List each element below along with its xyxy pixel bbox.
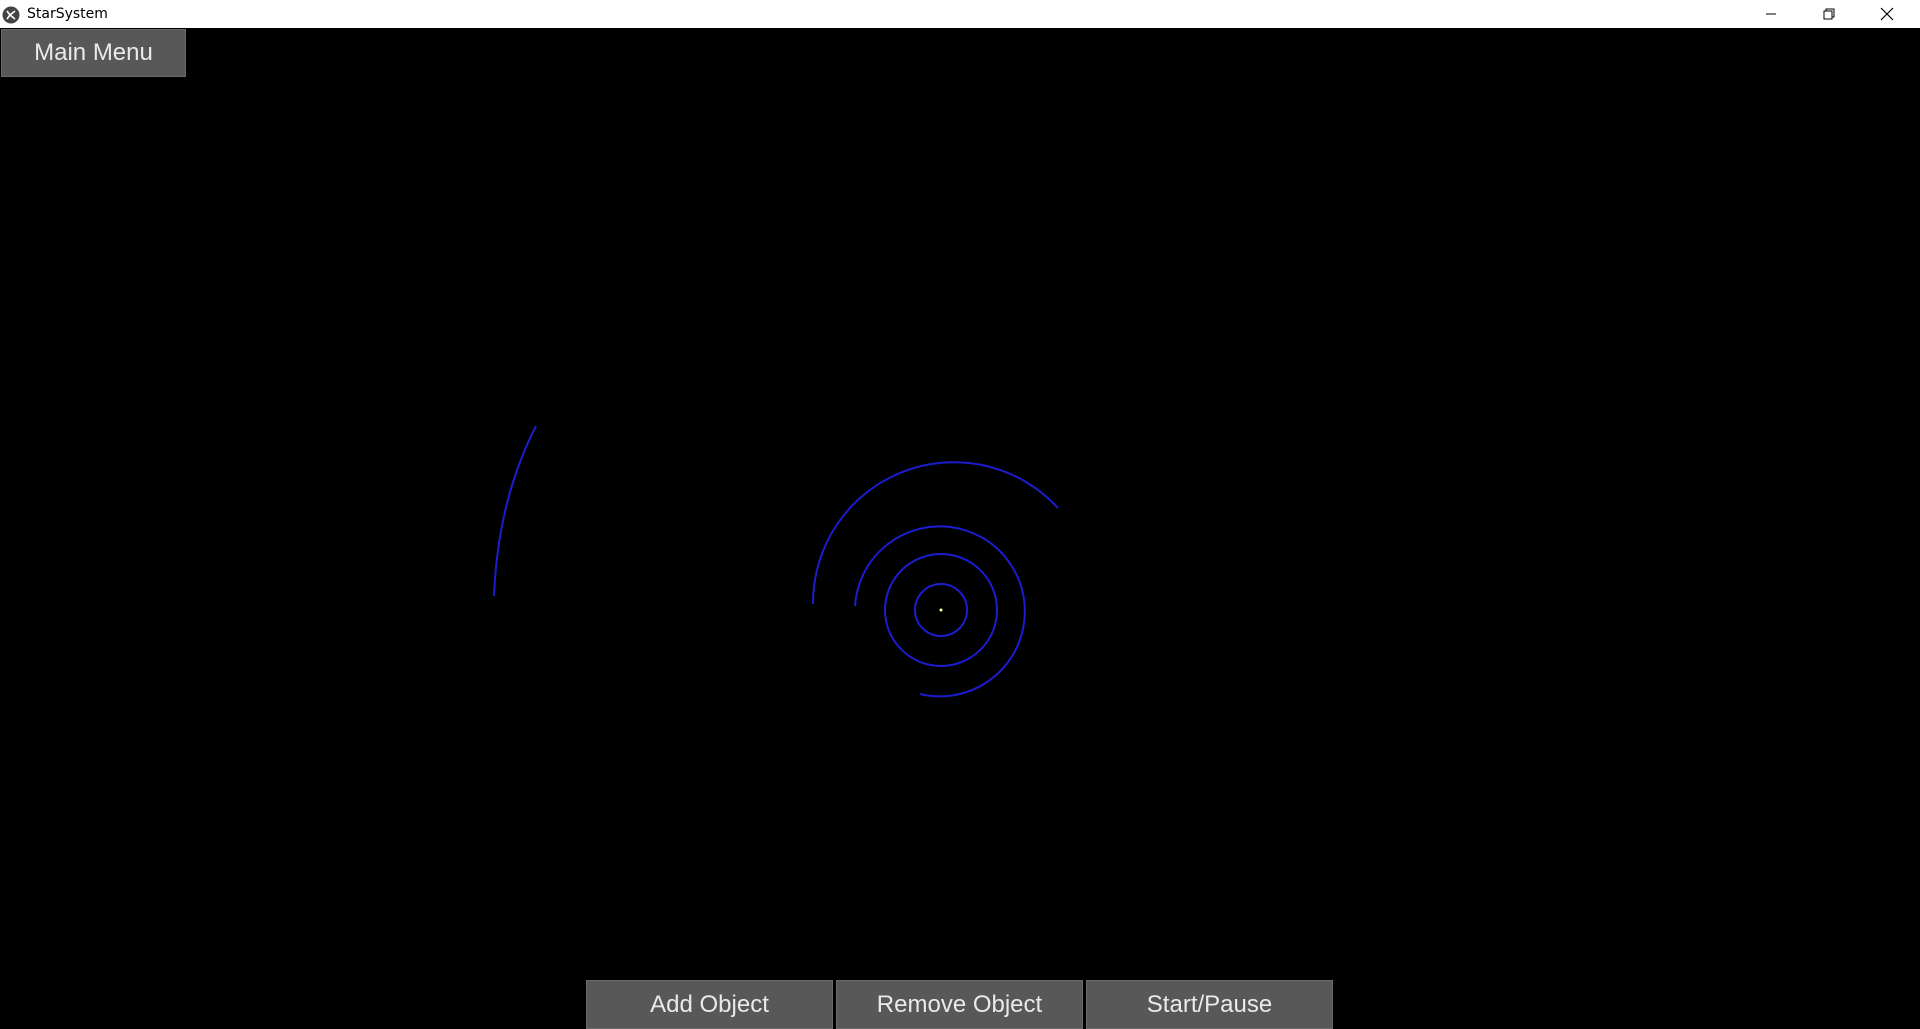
close-button[interactable] [1858, 0, 1916, 28]
orbit-view [493, 425, 1059, 698]
orbit-4-arc [811, 461, 1059, 605]
add-object-button[interactable]: Add Object [586, 980, 833, 1029]
close-icon [1880, 7, 1894, 21]
central-star [939, 608, 943, 612]
kivy-logo-icon [2, 6, 20, 24]
minimize-icon [1766, 13, 1776, 15]
restore-icon [1823, 8, 1835, 20]
main-menu-button[interactable]: Main Menu [1, 29, 186, 77]
minimize-button[interactable] [1742, 0, 1800, 28]
start-pause-button[interactable]: Start/Pause [1086, 980, 1333, 1029]
restore-button[interactable] [1800, 0, 1858, 28]
window-title: StarSystem [27, 6, 108, 22]
title-bar: StarSystem [0, 0, 1920, 28]
orbit-3-arc [854, 525, 1026, 698]
simulation-canvas[interactable] [0, 28, 1920, 1029]
orbit-5-arc [493, 425, 537, 597]
remove-object-button[interactable]: Remove Object [836, 980, 1083, 1029]
